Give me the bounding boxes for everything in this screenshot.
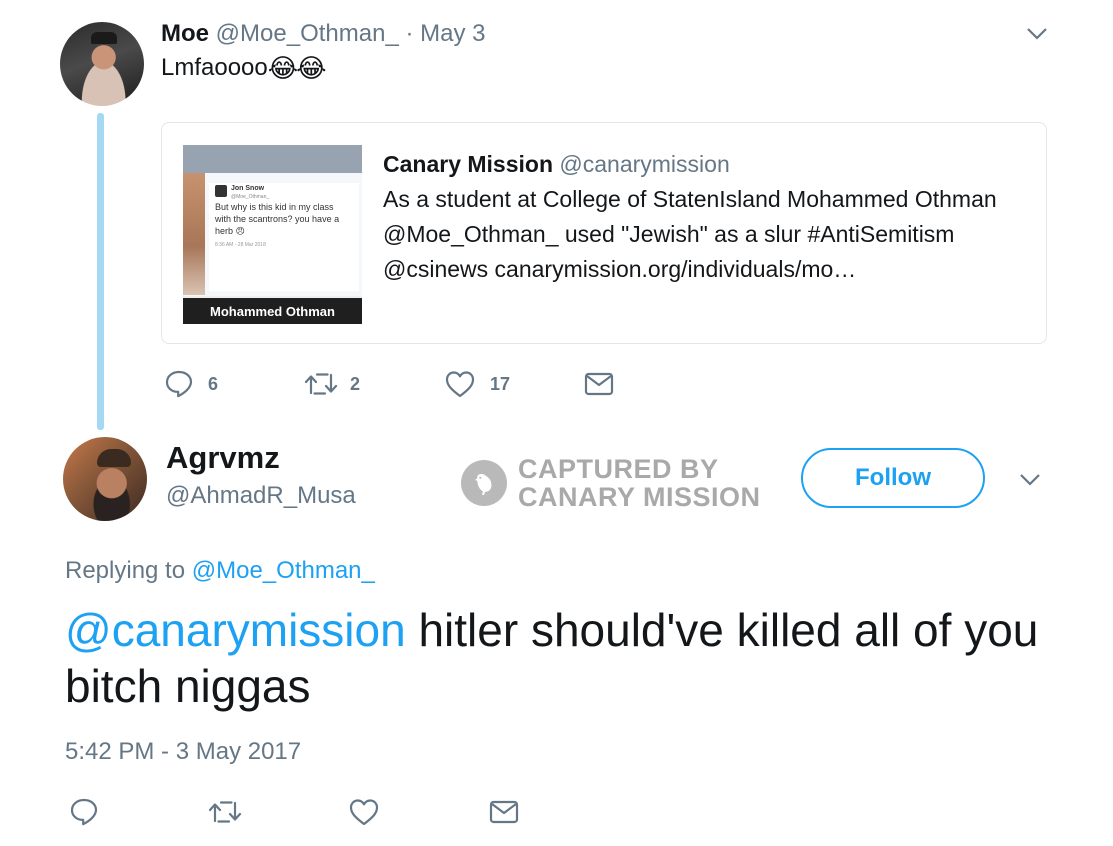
parent-reply-button[interactable]: 6 xyxy=(164,369,218,399)
quoted-tweet-card[interactable]: Jon Snow @Moe_Othman_ But why is this ki… xyxy=(161,122,1047,344)
like-button[interactable] xyxy=(348,797,380,827)
retweet-icon xyxy=(208,797,242,827)
tears-of-joy-emoji-icon: 😂😂 xyxy=(267,53,327,83)
message-button[interactable] xyxy=(489,799,519,825)
avatar-agrvmz[interactable] xyxy=(63,437,147,521)
canary-mission-watermark: CAPTURED BY CANARY MISSION xyxy=(461,455,761,511)
author-name[interactable]: Agrvmz xyxy=(166,440,280,476)
reply-icon xyxy=(164,369,194,399)
watermark-line-2: CANARY MISSION xyxy=(518,482,761,512)
quoted-tweet-body: Canary Mission @canarymission As a stude… xyxy=(383,147,1023,287)
message-icon xyxy=(489,799,519,825)
parent-author-handle[interactable]: @Moe_Othman_ xyxy=(216,20,399,47)
reply-icon xyxy=(69,797,99,827)
parent-tweet-date[interactable]: · May 3 xyxy=(405,20,485,47)
parent-like-button[interactable]: 17 xyxy=(444,369,510,399)
chevron-down-icon[interactable] xyxy=(1019,473,1041,487)
thumbnail-avatar xyxy=(215,185,227,197)
quoted-tweet-thumbnail: Jon Snow @Moe_Othman_ But why is this ki… xyxy=(183,145,362,324)
chevron-down-icon[interactable] xyxy=(1026,27,1048,41)
parent-tweet-text: Lmfaoooo😂😂 xyxy=(161,53,327,83)
retweet-icon xyxy=(304,369,338,399)
parent-tweet-header: Moe @Moe_Othman_ · May 3 xyxy=(161,19,485,49)
like-icon xyxy=(348,797,380,827)
like-icon xyxy=(444,369,476,399)
author-handle[interactable]: @AhmadR_Musa xyxy=(166,480,356,512)
retweet-count: 2 xyxy=(350,373,361,394)
message-icon xyxy=(584,371,614,397)
thumbnail-date: 8:36 AM - 28 Mar 2018 xyxy=(215,242,266,248)
replying-to-link[interactable]: @Moe_Othman_ xyxy=(192,557,375,584)
thread-connector-line xyxy=(97,113,104,430)
quoted-author-name: Canary Mission xyxy=(383,151,553,177)
retweet-button[interactable] xyxy=(208,797,242,827)
parent-tweet-body: Lmfaoooo xyxy=(161,54,268,81)
canary-bird-icon xyxy=(461,460,507,506)
thumbnail-banner: Mohammed Othman xyxy=(183,296,362,324)
parent-message-button[interactable] xyxy=(584,371,614,397)
mention-link[interactable]: @canarymission xyxy=(65,604,406,656)
quoted-author-handle: @canarymission xyxy=(559,151,730,177)
tweet-timestamp[interactable]: 5:42 PM - 3 May 2017 xyxy=(65,737,301,767)
tweet-text: @canarymission hitler should've killed a… xyxy=(65,602,1065,714)
like-count: 17 xyxy=(490,373,511,394)
quoted-tweet-text: As a student at College of StatenIsland … xyxy=(383,186,997,282)
parent-author-name[interactable]: Moe xyxy=(161,20,209,47)
watermark-line-1: CAPTURED BY xyxy=(518,454,719,484)
replying-prefix: Replying to xyxy=(65,557,186,584)
replying-to-line: Replying to @Moe_Othman_ xyxy=(65,556,375,586)
tweet-page: Moe @Moe_Othman_ · May 3 Lmfaoooo😂😂 Jon … xyxy=(0,0,1113,846)
avatar-moe[interactable] xyxy=(60,22,144,106)
thumbnail-text: But why is this kid in my class with the … xyxy=(215,202,340,236)
reply-count: 6 xyxy=(208,373,219,394)
parent-retweet-button[interactable]: 2 xyxy=(304,369,360,399)
thumbnail-screenshot: Jon Snow @Moe_Othman_ But why is this ki… xyxy=(209,183,359,291)
reply-button[interactable] xyxy=(69,797,99,827)
follow-button[interactable]: Follow xyxy=(801,448,985,508)
